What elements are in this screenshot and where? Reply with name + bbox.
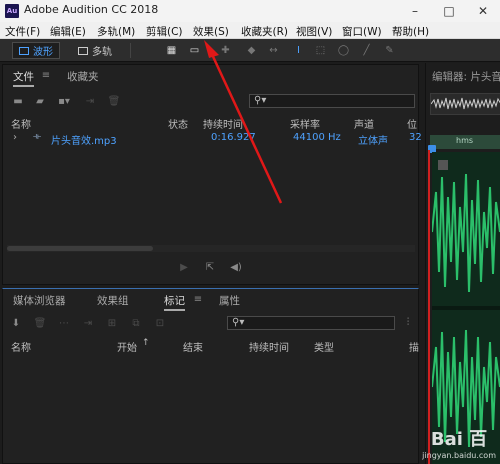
baidu-watermark: Bai 百 jingyan.baidu.com [422, 425, 496, 460]
annotation-arrow [204, 40, 283, 204]
watermark-url: jingyan.baidu.com [422, 451, 496, 460]
watermark-logo: Bai 百 [430, 429, 488, 450]
